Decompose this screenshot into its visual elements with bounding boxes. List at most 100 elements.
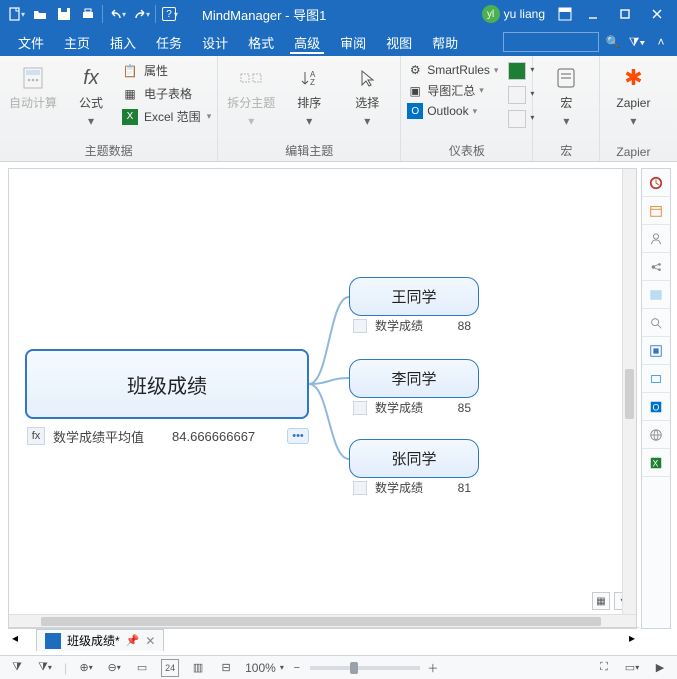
filter-icon[interactable]: ⧩▾ [627, 32, 647, 52]
overview-icon[interactable]: ▦ [592, 592, 610, 610]
split-topic-button[interactable]: 拆分主题▾ [224, 60, 278, 128]
redo-icon[interactable]: ▾ [129, 2, 153, 26]
central-topic-property[interactable]: fx 数学成绩平均值 84.666666667 ••• [27, 424, 309, 448]
side-tab-browser[interactable] [642, 281, 670, 309]
scroll-icon [552, 64, 580, 92]
presentation-icon[interactable]: ▶ [651, 659, 669, 677]
print-icon[interactable] [76, 2, 100, 26]
calc-value: 84.666666667 [172, 429, 255, 444]
tab-insert[interactable]: 插入 [100, 28, 146, 56]
select-button[interactable]: 选择▾ [340, 60, 394, 128]
child-topic-1[interactable]: 王同学 [349, 277, 479, 316]
side-tab-snap[interactable] [642, 337, 670, 365]
sort-button[interactable]: AZ 排序▾ [282, 60, 336, 128]
focus-icon[interactable]: 24 [161, 659, 179, 677]
tab-advanced[interactable]: 高级 [284, 28, 330, 56]
side-tab-excel[interactable]: X [642, 449, 670, 477]
side-tab-related[interactable] [642, 253, 670, 281]
svg-text:Z: Z [310, 78, 315, 87]
excel-link-icon[interactable] [508, 62, 526, 80]
minimize-button[interactable] [577, 0, 609, 28]
tab-view[interactable]: 视图 [376, 28, 422, 56]
filter-funnel-icon[interactable]: ⧩ [8, 659, 26, 677]
smartrules-button[interactable]: ⚙SmartRules ▾ [407, 62, 498, 78]
zoom-out-icon[interactable]: − [288, 659, 306, 677]
filter-funnel-off-icon[interactable]: ⧩▾ [36, 659, 54, 677]
level-icon[interactable]: ▭ [133, 659, 151, 677]
canvas[interactable]: 班级成绩 fx 数学成绩平均值 84.666666667 ••• 王同学 数学成… [8, 168, 637, 629]
more-icon[interactable]: ••• [287, 428, 309, 444]
qat-separator [155, 5, 156, 23]
tab-review[interactable]: 审阅 [330, 28, 376, 56]
zoom-in-icon[interactable]: ＋ [424, 659, 442, 677]
document-tab[interactable]: 班级成绩* 📌 ✕ [36, 629, 164, 651]
open-icon[interactable] [28, 2, 52, 26]
tab-file[interactable]: 文件 [8, 28, 54, 56]
user-name[interactable]: yu liang [504, 7, 545, 21]
zapier-button[interactable]: ✱ Zapier▾ [606, 60, 660, 128]
autocalc-button[interactable]: 自动计算 [6, 60, 60, 128]
rollup-icon: ▣ [407, 83, 423, 99]
child-3-property[interactable]: 数学成绩81 [349, 479, 479, 496]
tab-home[interactable]: 主页 [54, 28, 100, 56]
macro-button[interactable]: 宏▾ [539, 60, 593, 128]
horizontal-scrollbar[interactable] [9, 614, 636, 628]
map-rollup-label: 导图汇总 [427, 82, 475, 99]
properties-button[interactable]: 📋属性 [122, 62, 211, 79]
side-tab-places[interactable] [642, 365, 670, 393]
search-icon[interactable]: 🔍 [603, 32, 623, 52]
child-topic-2[interactable]: 李同学 [349, 359, 479, 398]
view-mode-icon[interactable]: ▭▾ [623, 659, 641, 677]
status-bar: ⧩ ⧩▾ | ⊕▾ ⊖▾ ▭ 24 ▥ ⊟ 100%▾ − ＋ ⛶ ▭▾ ▶ [0, 655, 677, 679]
excel-icon: X [122, 109, 138, 125]
word-link-icon[interactable] [508, 86, 526, 104]
tab-scroll-left-icon[interactable]: ◂ [12, 631, 18, 645]
tab-help[interactable]: 帮助 [422, 28, 468, 56]
central-topic[interactable]: 班级成绩 [25, 349, 309, 419]
fit-icon[interactable]: ⛶ [595, 659, 613, 677]
user-avatar[interactable]: yl [482, 5, 500, 23]
side-tab-person[interactable] [642, 225, 670, 253]
spreadsheet-button[interactable]: ▦电子表格 [122, 85, 211, 102]
collapse-ribbon-icon[interactable]: ˄ [651, 32, 671, 52]
side-tab-calendar[interactable] [642, 197, 670, 225]
close-button[interactable] [641, 0, 673, 28]
close-tab-icon[interactable]: ✕ [145, 634, 155, 648]
ribbon-display-icon[interactable] [553, 2, 577, 26]
sharepoint-link-icon[interactable] [508, 110, 526, 128]
outlook-button[interactable]: OOutlook ▾ [407, 103, 498, 119]
undo-icon[interactable]: ▾ [105, 2, 129, 26]
pin-icon[interactable]: 📌 [126, 634, 140, 647]
child-3-name: 张同学 [362, 448, 466, 469]
child-1-property[interactable]: 数学成绩88 [349, 317, 479, 334]
new-document-icon[interactable]: ▾ [4, 2, 28, 26]
expand-all-icon[interactable]: ⊕▾ [77, 659, 95, 677]
help-icon[interactable]: ?▾ [158, 2, 182, 26]
zoom-slider[interactable] [310, 666, 420, 670]
tab-design[interactable]: 设计 [192, 28, 238, 56]
balance-icon[interactable]: ⊟ [217, 659, 235, 677]
map-rollup-button[interactable]: ▣导图汇总 ▾ [407, 82, 498, 99]
zoom-value[interactable]: 100% [245, 661, 276, 675]
side-tab-task-info[interactable] [642, 169, 670, 197]
detail-icon[interactable]: ▥ [189, 659, 207, 677]
search-input[interactable] [503, 32, 599, 52]
smartrules-label: SmartRules [427, 63, 490, 77]
save-icon[interactable] [52, 2, 76, 26]
collapse-all-icon[interactable]: ⊖▾ [105, 659, 123, 677]
tab-scroll-right-icon[interactable]: ▸ [629, 631, 635, 645]
child-topic-3[interactable]: 张同学 [349, 439, 479, 478]
vertical-scrollbar[interactable] [622, 169, 636, 614]
svg-text:X: X [653, 458, 659, 468]
side-tab-web[interactable] [642, 421, 670, 449]
excel-range-button[interactable]: XExcel 范围 ▾ [122, 108, 211, 125]
formula-button[interactable]: fx 公式 ▾ [64, 60, 118, 128]
side-tab-outlook[interactable]: O [642, 393, 670, 421]
tab-task[interactable]: 任务 [146, 28, 192, 56]
side-tab-search[interactable] [642, 309, 670, 337]
group-label-zapier: Zapier [606, 143, 660, 159]
svg-text:O: O [653, 402, 660, 412]
child-2-property[interactable]: 数学成绩85 [349, 399, 479, 416]
tab-format[interactable]: 格式 [238, 28, 284, 56]
maximize-button[interactable] [609, 0, 641, 28]
